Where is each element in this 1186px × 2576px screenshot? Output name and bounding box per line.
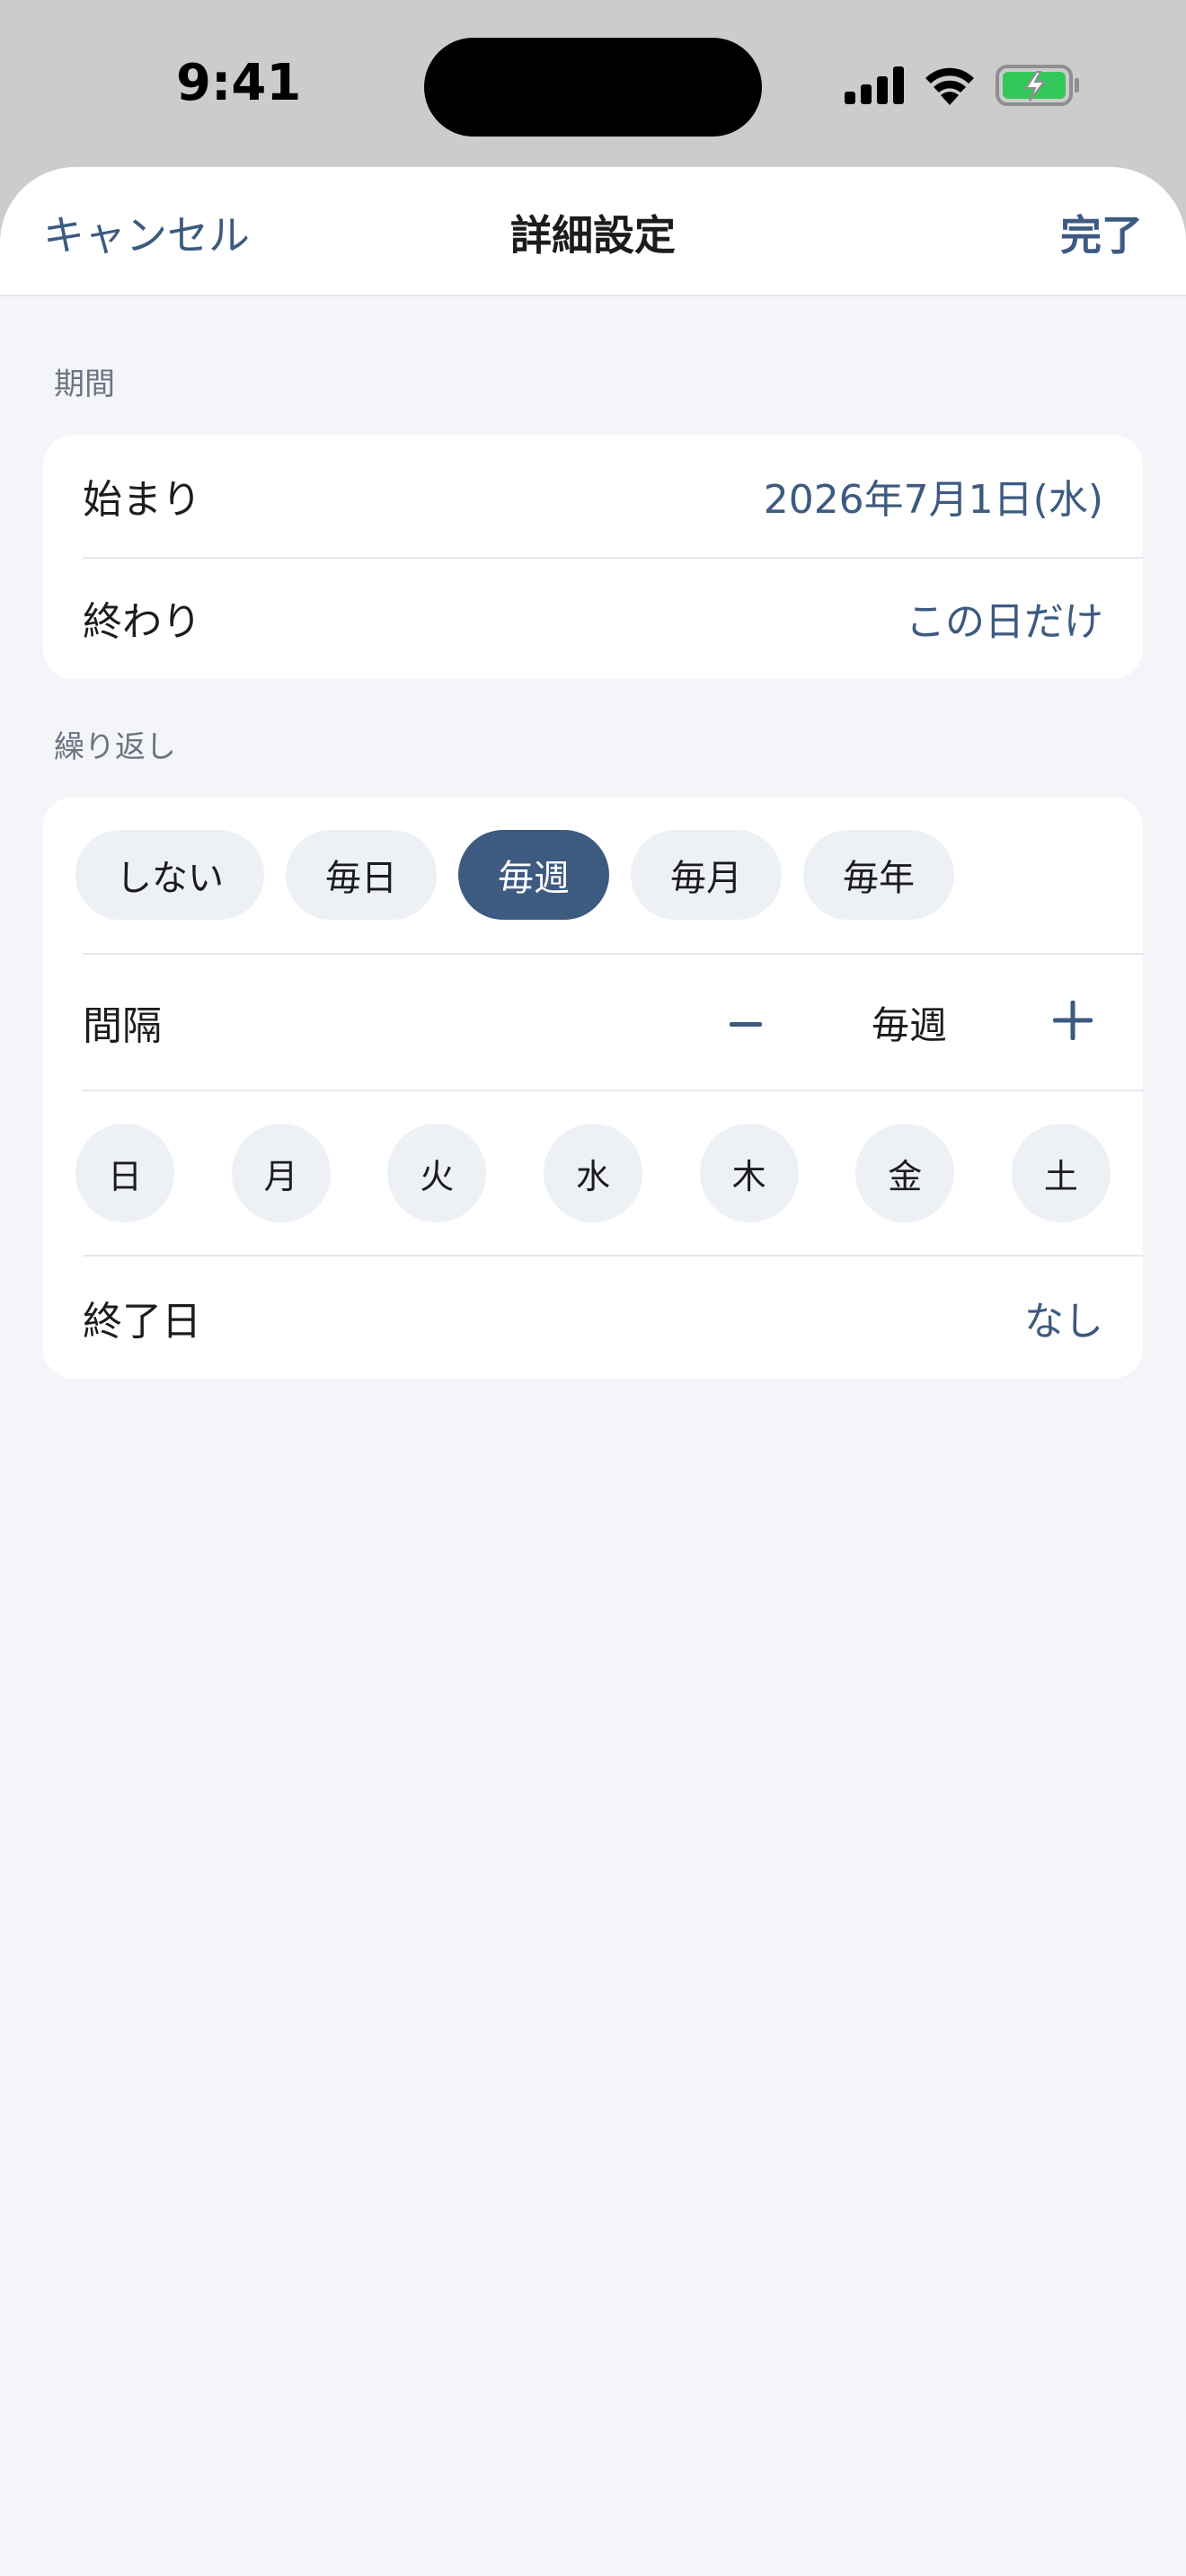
interval-value: 毎週: [871, 1002, 947, 1047]
signal-icon: [845, 66, 904, 104]
weekday-sun[interactable]: 日: [75, 1124, 174, 1222]
end-row[interactable]: 終わり この日だけ: [43, 557, 1143, 679]
interval-stepper: 毎週: [701, 955, 1118, 1090]
dynamic-island: [424, 38, 762, 137]
period-card: 始まり 2026年7月1日(水) 終わり この日だけ: [43, 435, 1143, 679]
status-icons: [845, 65, 1080, 106]
weekday-thu[interactable]: 木: [699, 1124, 799, 1222]
frequency-option-monthly[interactable]: 毎月: [631, 830, 782, 920]
frequency-option-yearly[interactable]: 毎年: [803, 830, 954, 920]
weekday-wed[interactable]: 水: [543, 1124, 642, 1222]
frequency-option-none[interactable]: しない: [75, 830, 264, 920]
period-section-label: 期間: [54, 366, 115, 402]
increment-button[interactable]: [1028, 977, 1118, 1067]
weekday-tue[interactable]: 火: [387, 1124, 487, 1222]
end-date-row[interactable]: 終了日 なし: [43, 1257, 1143, 1379]
weekday-fri[interactable]: 金: [855, 1124, 955, 1222]
page-title: 詳細設定: [510, 211, 676, 260]
end-date-value[interactable]: なし: [1024, 1289, 1103, 1346]
frequency-selector: しない 毎日 毎週 毎月 毎年: [43, 797, 1143, 953]
weekday-sat[interactable]: 土: [1011, 1124, 1111, 1222]
interval-label: 間隔: [83, 1003, 162, 1049]
done-button[interactable]: 完了: [1060, 203, 1143, 262]
wifi-icon: [924, 66, 976, 105]
plus-icon: [1053, 1001, 1093, 1044]
repeat-card: しない 毎日 毎週 毎月 毎年 間隔 毎週 日 月 火 水 木 金 土 終了日 …: [43, 797, 1143, 1379]
status-time: 9:41: [176, 54, 302, 112]
frequency-option-daily[interactable]: 毎日: [286, 830, 437, 920]
start-date-value[interactable]: 2026年7月1日(水): [764, 467, 1103, 525]
weekday-selector: 日 月 火 水 木 金 土: [43, 1091, 1143, 1255]
battery-charging-icon: [996, 65, 1080, 106]
decrement-button[interactable]: [701, 977, 791, 1067]
minus-icon: [730, 1014, 762, 1031]
start-label: 始まり: [83, 477, 201, 523]
end-value[interactable]: この日だけ: [906, 589, 1103, 647]
frequency-option-weekly[interactable]: 毎週: [458, 830, 609, 920]
end-date-label: 終了日: [83, 1299, 201, 1345]
interval-row: 間隔 毎週: [43, 955, 1143, 1090]
navigation-bar: キャンセル 詳細設定 完了: [0, 167, 1186, 296]
end-label: 終わり: [83, 599, 201, 645]
repeat-section-label: 繰り返し: [54, 729, 176, 765]
start-row[interactable]: 始まり 2026年7月1日(水): [43, 435, 1143, 557]
status-bar: 9:41: [0, 0, 1186, 167]
weekday-mon[interactable]: 月: [231, 1124, 331, 1222]
settings-sheet: キャンセル 詳細設定 完了 期間 始まり 2026年7月1日(水) 終わり この…: [0, 167, 1186, 2576]
